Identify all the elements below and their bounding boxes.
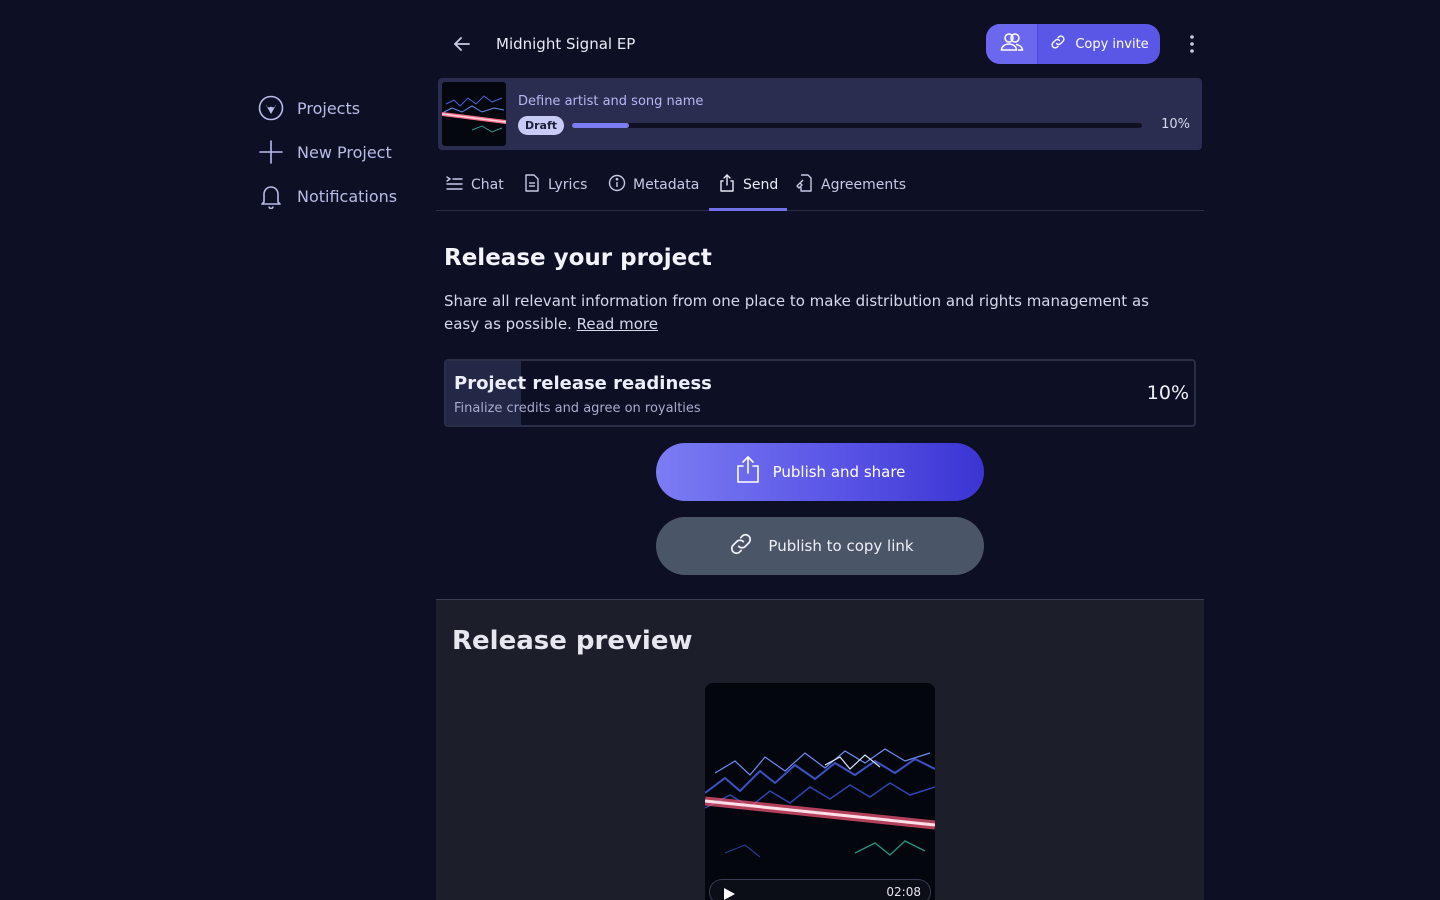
more-vertical-icon[interactable] (1180, 32, 1204, 56)
project-progress-fill (572, 123, 629, 128)
project-tabs: Chat Lyrics Metadata Send Agreements (436, 160, 1204, 211)
project-title: Midnight Signal EP (496, 35, 636, 53)
status-badge: Draft (518, 116, 565, 135)
app: Projects New Project Notifications Midni… (0, 0, 1440, 900)
release-description: Share all relevant information from one … (444, 290, 1184, 336)
tab-chat[interactable]: Chat (446, 160, 504, 210)
invite-button-group: Copy invite (986, 24, 1160, 64)
tab-send[interactable]: Send (708, 160, 788, 211)
tab-agreements[interactable]: Agreements (796, 160, 906, 210)
tab-label: Chat (471, 177, 504, 193)
readiness-percent: 10% (1146, 382, 1189, 404)
tab-lyrics[interactable]: Lyrics (523, 160, 587, 210)
copy-invite-button[interactable]: Copy invite (1038, 24, 1160, 64)
bell-icon (256, 181, 286, 211)
release-readiness-card: Project release readiness Finalize credi… (444, 359, 1196, 427)
collaborators-button[interactable] (986, 24, 1038, 64)
project-progress-bar (572, 123, 1142, 128)
sidebar-item-label: Projects (297, 98, 361, 118)
tab-label: Agreements (821, 177, 907, 193)
link-icon (726, 530, 756, 562)
release-description-text: Share all relevant information from one … (444, 292, 1149, 333)
audio-player-bar: 02:08 (709, 879, 931, 900)
project-status-card[interactable]: Define artist and song name Draft 10% (438, 78, 1202, 150)
link-icon (1049, 33, 1067, 55)
heart-shield-icon (256, 93, 286, 123)
publish-and-share-button[interactable]: Publish and share (656, 443, 984, 501)
chat-lines-icon (446, 174, 464, 196)
share-icon (718, 174, 736, 196)
users-icon (1000, 32, 1024, 56)
tab-metadata[interactable]: Metadata (608, 160, 699, 210)
track-duration: 02:08 (886, 885, 921, 899)
document-icon (523, 174, 541, 196)
tab-label: Lyrics (548, 177, 588, 193)
sidebar: Projects New Project Notifications (256, 90, 426, 222)
read-more-link[interactable]: Read more (577, 315, 658, 333)
tab-label: Send (743, 177, 779, 193)
main-content: Midnight Signal EP Copy invite Define ar… (436, 0, 1204, 900)
tab-label: Metadata (633, 177, 700, 193)
play-icon[interactable] (722, 886, 736, 900)
status-task-title: Define artist and song name (518, 94, 704, 109)
top-bar: Midnight Signal EP Copy invite (436, 24, 1204, 64)
preview-title: Release preview (452, 626, 693, 656)
copy-invite-label: Copy invite (1075, 36, 1149, 52)
project-artwork-thumbnail (442, 82, 506, 146)
readiness-title: Project release readiness (454, 373, 712, 394)
project-progress-percent: 10% (1161, 117, 1190, 132)
publish-to-copy-link-button[interactable]: Publish to copy link (656, 517, 984, 575)
info-icon (608, 174, 626, 196)
release-section-title: Release your project (444, 245, 712, 271)
sidebar-item-label: Notifications (297, 186, 398, 206)
contract-icon (796, 174, 814, 196)
sidebar-item-notifications[interactable]: Notifications (256, 178, 426, 214)
publish-and-share-label: Publish and share (772, 463, 906, 481)
plus-icon (256, 137, 286, 167)
sidebar-item-label: New Project (297, 142, 392, 162)
share-icon (735, 456, 761, 488)
sidebar-item-projects[interactable]: Projects (256, 90, 426, 126)
readiness-subtitle: Finalize credits and agree on royalties (454, 401, 701, 416)
sidebar-item-new-project[interactable]: New Project (256, 134, 426, 170)
publish-to-copy-link-label: Publish to copy link (768, 537, 914, 555)
release-preview: Release preview 02:08 (436, 599, 1204, 900)
release-artwork: 02:08 (705, 683, 935, 900)
back-arrow-icon[interactable] (450, 32, 474, 56)
